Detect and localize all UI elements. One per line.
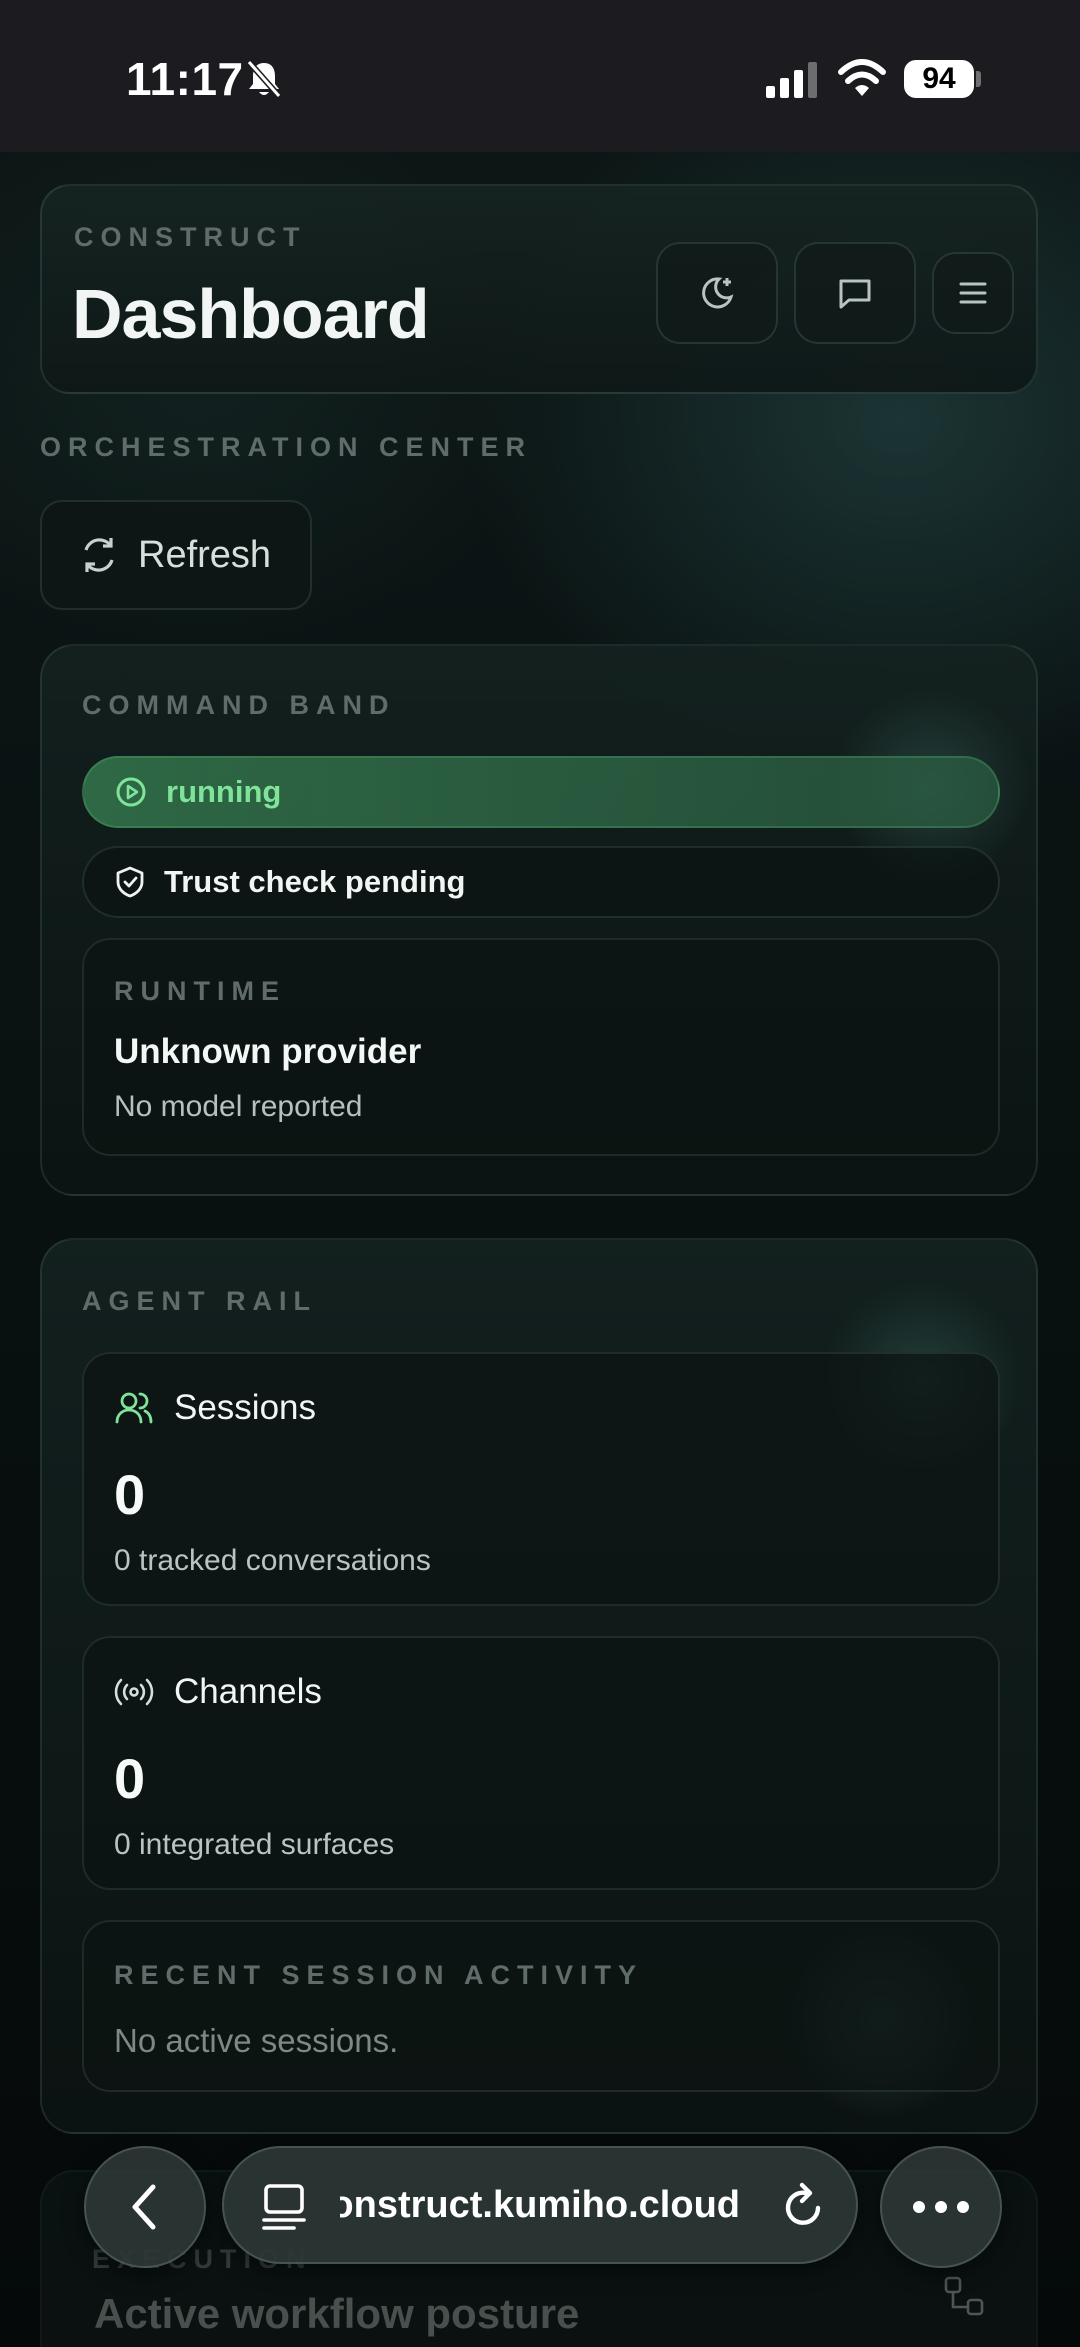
recent-activity-eyebrow: RECENT SESSION ACTIVITY bbox=[114, 1960, 644, 1990]
trust-check-label: Trust check pending bbox=[164, 864, 466, 899]
reload-icon[interactable] bbox=[780, 2182, 828, 2232]
battery-indicator: 94 bbox=[904, 60, 974, 98]
trust-check-pill: Trust check pending bbox=[82, 846, 1000, 918]
runtime-card: RUNTIME Unknown provider No model report… bbox=[82, 938, 1000, 1156]
wifi-icon bbox=[838, 59, 886, 96]
message-square-icon bbox=[839, 279, 871, 309]
sessions-count: 0 bbox=[114, 1463, 146, 1526]
channels-card[interactable]: Channels 0 0 integrated surfaces bbox=[82, 1636, 1000, 1890]
theme-toggle-button[interactable] bbox=[656, 242, 778, 344]
status-bar: 11:17 94 bbox=[0, 0, 1080, 152]
channels-header: Channels bbox=[114, 1672, 322, 1712]
sessions-subtext: 0 tracked conversations bbox=[114, 1544, 431, 1577]
hamburger-menu-icon bbox=[959, 282, 987, 304]
agent-rail-eyebrow: AGENT RAIL bbox=[82, 1286, 317, 1316]
refresh-icon bbox=[84, 538, 114, 572]
chat-button[interactable] bbox=[794, 242, 916, 344]
back-button[interactable] bbox=[84, 2146, 206, 2268]
command-band-eyebrow: COMMAND BAND bbox=[82, 690, 396, 720]
broadcast-icon bbox=[114, 1678, 154, 1706]
status-time: 11:17 bbox=[126, 53, 244, 105]
play-circle-icon bbox=[116, 777, 146, 807]
channels-subtext: 0 integrated surfaces bbox=[114, 1828, 395, 1861]
refresh-label: Refresh bbox=[138, 533, 272, 576]
channels-label: Channels bbox=[174, 1672, 322, 1711]
workflow-icon bbox=[944, 2276, 984, 2316]
sessions-card[interactable]: Sessions 0 0 tracked conversations bbox=[82, 1352, 1000, 1606]
status-label: running bbox=[166, 774, 282, 809]
command-band-panel: COMMAND BAND running Trust check pending… bbox=[40, 644, 1038, 1196]
runtime-provider: Unknown provider bbox=[114, 1032, 422, 1071]
battery-tip bbox=[976, 71, 981, 87]
workflow-title: Active workflow posture bbox=[94, 2290, 580, 2337]
runtime-eyebrow: RUNTIME bbox=[114, 976, 286, 1006]
sessions-header: Sessions bbox=[114, 1388, 316, 1428]
header-card: CONSTRUCT Dashboard bbox=[40, 184, 1038, 394]
runtime-model: No model reported bbox=[114, 1090, 363, 1123]
channels-count: 0 bbox=[114, 1747, 146, 1810]
app-eyebrow: CONSTRUCT bbox=[74, 222, 307, 252]
users-icon bbox=[115, 1392, 153, 1424]
more-options-button[interactable] bbox=[880, 2146, 1002, 2268]
agent-rail-panel: AGENT RAIL Sessions 0 0 tracked conversa… bbox=[40, 1238, 1038, 2134]
shield-check-icon bbox=[116, 866, 144, 898]
sessions-label: Sessions bbox=[174, 1388, 317, 1427]
recent-activity-card: RECENT SESSION ACTIVITY No active sessio… bbox=[82, 1920, 1000, 2092]
bell-muted-icon bbox=[246, 60, 282, 98]
page: 11:17 94 CONSTRUCT Dashboard ORCHESTRATI… bbox=[0, 0, 1080, 2347]
refresh-button[interactable]: Refresh bbox=[40, 500, 312, 610]
signal-icon bbox=[766, 62, 817, 98]
moon-sparkle-icon bbox=[702, 277, 734, 309]
status-running-pill: running bbox=[82, 756, 1000, 828]
ellipsis-icon bbox=[913, 2201, 969, 2213]
recent-activity-empty: No active sessions. bbox=[114, 2022, 399, 2059]
chevron-left-icon bbox=[132, 2184, 156, 2230]
page-title: Dashboard bbox=[72, 275, 430, 353]
tabs-icon bbox=[262, 2184, 306, 2230]
menu-button[interactable] bbox=[932, 252, 1014, 334]
url-text: construct.kumiho.cloud bbox=[340, 2184, 740, 2226]
section-eyebrow: ORCHESTRATION CENTER bbox=[40, 432, 533, 462]
address-bar[interactable]: construct.kumiho.cloud bbox=[222, 2146, 858, 2264]
